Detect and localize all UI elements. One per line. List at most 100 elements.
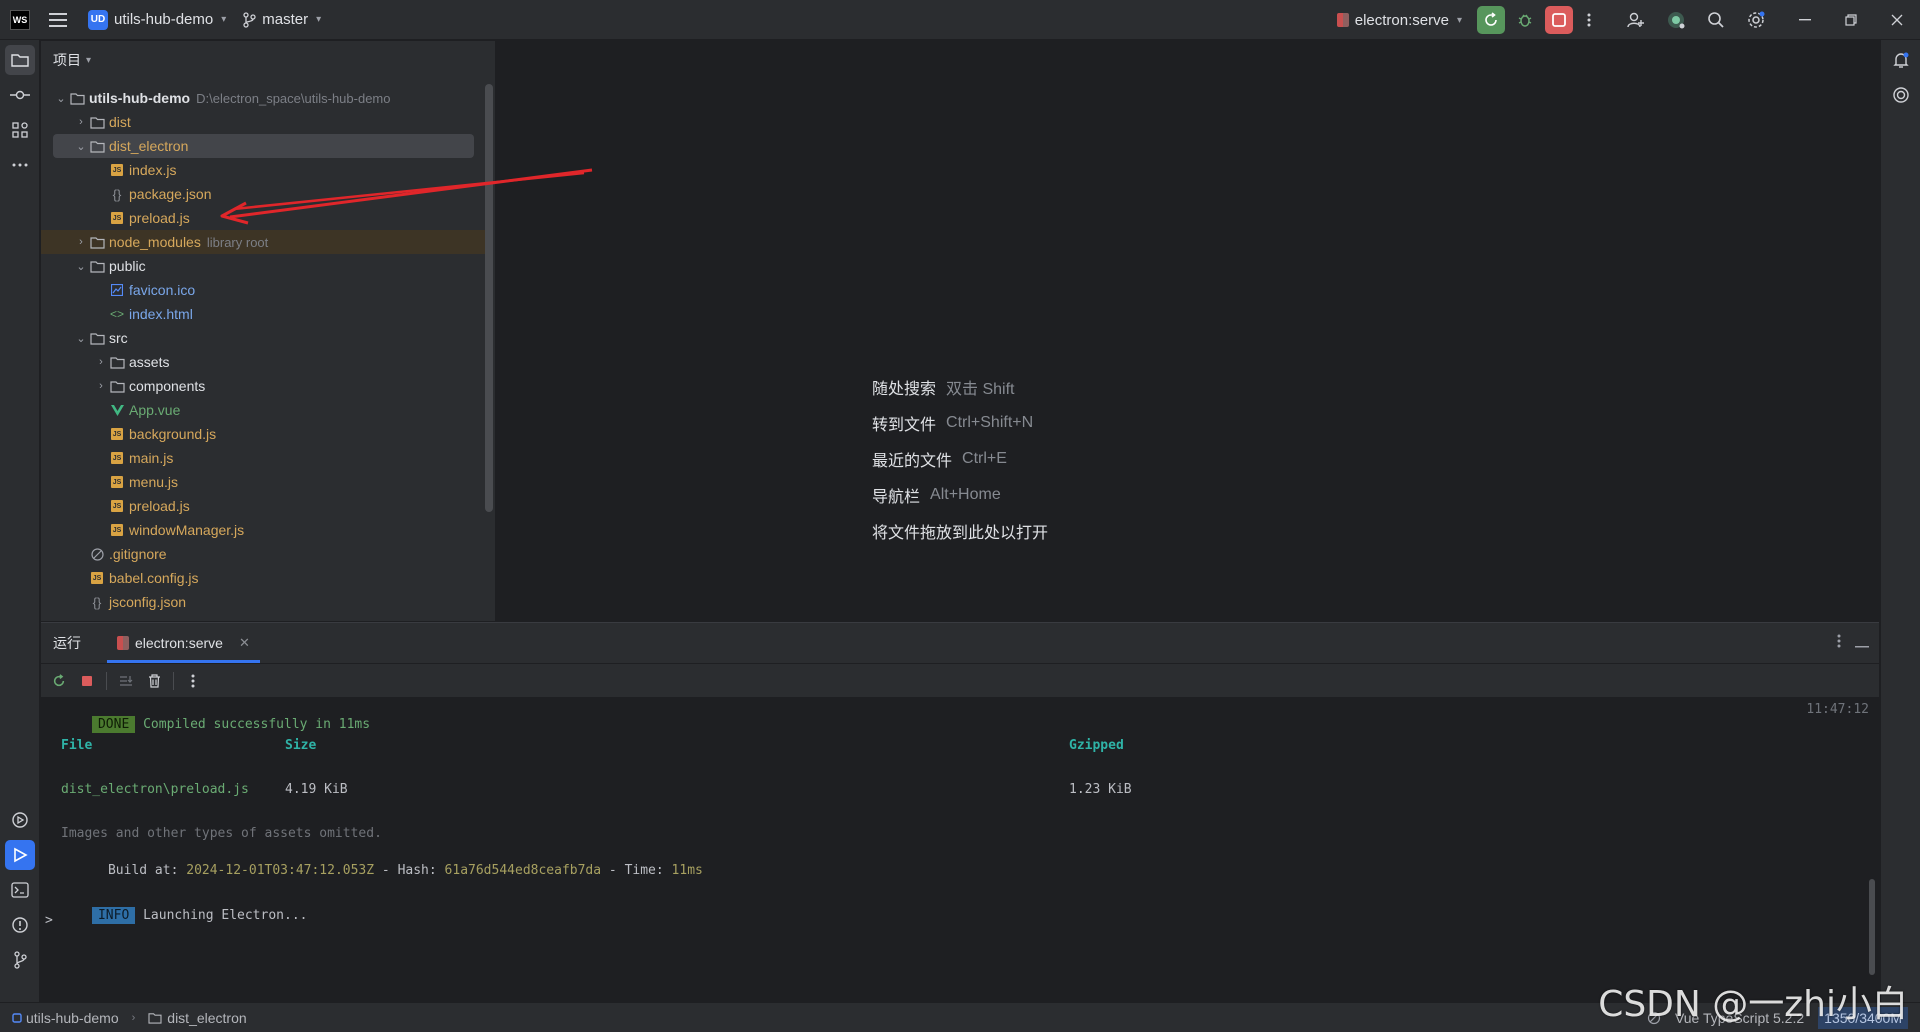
tree-row-file[interactable]: {} package.json bbox=[41, 182, 486, 206]
close-tab-icon[interactable]: ✕ bbox=[239, 635, 250, 651]
problems-tool-button[interactable] bbox=[5, 910, 35, 940]
hash-label: - Hash: bbox=[381, 863, 437, 878]
breadcrumb-folder[interactable]: dist_electron bbox=[148, 1010, 247, 1026]
run-panel-title: 运行 bbox=[53, 635, 81, 651]
run-tab-electron-serve[interactable]: electron:serve ✕ bbox=[107, 623, 260, 663]
notifications-button[interactable] bbox=[1886, 45, 1916, 75]
tree-row-dist[interactable]: › dist bbox=[41, 110, 486, 134]
build-hash: 61a76d544ed8ceafb7da bbox=[444, 863, 602, 878]
tree-row-file[interactable]: .gitignore bbox=[41, 542, 486, 566]
project-tree-scrollbar[interactable] bbox=[485, 84, 493, 512]
console-row-gzipped: 1.23 KiB bbox=[1069, 782, 1132, 797]
chevron-down-icon: ▾ bbox=[86, 54, 92, 66]
tree-row-assets[interactable]: › assets bbox=[41, 350, 486, 374]
services-icon bbox=[12, 812, 28, 828]
folder-icon bbox=[69, 90, 85, 106]
folder-icon bbox=[89, 138, 105, 154]
language-service-widget[interactable]: Vue TypeScript 5.2.2 bbox=[1675, 1010, 1804, 1026]
tree-item-label: babel.config.js bbox=[109, 570, 199, 586]
tree-row-file[interactable]: JS preload.js bbox=[41, 494, 486, 518]
run-configuration-selector[interactable]: electron:serve ▾ bbox=[1336, 12, 1462, 29]
run-tool-button[interactable] bbox=[5, 840, 35, 870]
breadcrumb-label: utils-hub-demo bbox=[26, 1009, 119, 1026]
more-tools-button[interactable] bbox=[5, 150, 35, 180]
webstorm-logo-icon[interactable]: WS bbox=[10, 9, 30, 30]
tree-row-public[interactable]: ⌄ public bbox=[41, 254, 486, 278]
services-tool-button[interactable] bbox=[5, 805, 35, 835]
console-col-file: File bbox=[61, 738, 93, 753]
tree-row-src[interactable]: ⌄ src bbox=[41, 326, 486, 350]
memory-indicator[interactable]: 1350/3400M bbox=[1818, 1007, 1908, 1029]
tree-row-file[interactable]: JS main.js bbox=[41, 446, 486, 470]
hide-panel-button[interactable] bbox=[1855, 635, 1869, 652]
hamburger-icon bbox=[49, 12, 67, 27]
image-file-icon bbox=[109, 282, 125, 298]
code-with-me-button[interactable] bbox=[1616, 0, 1656, 40]
project-name: utils-hub-demo bbox=[114, 11, 214, 28]
rerun-button[interactable] bbox=[47, 669, 71, 693]
chevron-down-icon: ▾ bbox=[1456, 14, 1462, 26]
hint-drop-files: 将文件拖放到此处以打开 bbox=[872, 513, 1048, 549]
tree-row-dist-electron[interactable]: ⌄ dist_electron bbox=[53, 134, 474, 158]
no-inspection-icon[interactable] bbox=[1647, 1011, 1661, 1025]
hint-shortcut: Alt+Home bbox=[930, 486, 1001, 503]
tree-row-file[interactable]: favicon.ico bbox=[41, 278, 486, 302]
git-branch-icon bbox=[14, 951, 27, 969]
debug-button[interactable] bbox=[1511, 6, 1539, 34]
breadcrumb-project[interactable]: utils-hub-demo bbox=[12, 1010, 119, 1026]
vcs-branch-widget[interactable]: master ▾ bbox=[242, 11, 321, 28]
more-vertical-icon bbox=[191, 674, 195, 687]
project-widget[interactable]: UD utils-hub-demo ▾ bbox=[82, 5, 232, 35]
ai-chat-button[interactable] bbox=[1886, 80, 1916, 110]
tree-row-components[interactable]: › components bbox=[41, 374, 486, 398]
tree-row-node-modules[interactable]: › node_modules library root bbox=[41, 230, 486, 254]
tree-item-label: App.vue bbox=[129, 402, 181, 418]
tree-row-file[interactable]: JS index.js bbox=[41, 158, 486, 182]
minimize-window-button[interactable] bbox=[1782, 0, 1828, 40]
folder-icon bbox=[109, 378, 125, 394]
ai-assistant-button[interactable] bbox=[1656, 0, 1696, 40]
stop-button[interactable] bbox=[1545, 6, 1573, 34]
project-panel-header[interactable]: 项目 ▾ bbox=[41, 41, 495, 79]
settings-button[interactable] bbox=[1736, 0, 1776, 40]
tree-row-file[interactable]: JS babel.config.js bbox=[41, 566, 486, 590]
project-badge: UD bbox=[88, 9, 108, 30]
more-actions-button[interactable] bbox=[181, 669, 205, 693]
tree-row-file[interactable]: {} jsconfig.json bbox=[41, 590, 486, 614]
console-output[interactable]: DONE Compiled successfully in 11ms 11:47… bbox=[41, 699, 1879, 1003]
tree-row-file[interactable]: JS windowManager.js bbox=[41, 518, 486, 542]
project-tool-button[interactable] bbox=[5, 45, 35, 75]
vue-file-icon bbox=[109, 402, 125, 418]
structure-tool-button[interactable] bbox=[5, 115, 35, 145]
console-timestamp: 11:47:12 bbox=[1806, 702, 1869, 717]
restore-window-button[interactable] bbox=[1828, 0, 1874, 40]
commit-tool-button[interactable] bbox=[5, 80, 35, 110]
scroll-to-end-button[interactable] bbox=[114, 669, 138, 693]
hint-label: 转到文件 bbox=[872, 417, 937, 434]
main-menu-button[interactable] bbox=[38, 0, 78, 40]
terminal-tool-button[interactable] bbox=[5, 875, 35, 905]
clear-console-button[interactable] bbox=[142, 669, 166, 693]
build-date: 2024-12-01T03:47:12.053Z bbox=[186, 863, 375, 878]
search-everywhere-button[interactable] bbox=[1696, 0, 1736, 40]
tree-row-root[interactable]: ⌄ utils-hub-demo D:\electron_space\utils… bbox=[41, 86, 486, 110]
stop-button[interactable] bbox=[75, 669, 99, 693]
tree-row-file[interactable]: JS background.js bbox=[41, 422, 486, 446]
terminal-icon bbox=[11, 882, 29, 898]
bug-icon bbox=[1518, 14, 1532, 27]
tree-row-file[interactable]: App.vue bbox=[41, 398, 486, 422]
more-actions-button[interactable] bbox=[1576, 0, 1602, 40]
tree-row-file[interactable]: JS menu.js bbox=[41, 470, 486, 494]
tree-item-label: package.json bbox=[129, 186, 212, 202]
chevron-down-icon: ⌄ bbox=[76, 140, 86, 153]
editor-empty-area[interactable]: 随处搜索 双击 Shift 转到文件 Ctrl+Shift+N 最近的文件 Ct… bbox=[497, 41, 1879, 621]
tree-row-file[interactable]: JS preload.js bbox=[41, 206, 486, 230]
run-panel-options-button[interactable] bbox=[1837, 634, 1841, 652]
tree-row-file[interactable]: <> index.html bbox=[41, 302, 486, 326]
close-window-button[interactable] bbox=[1874, 0, 1920, 40]
tree-item-label: main.js bbox=[129, 450, 174, 466]
hint-shortcut: 双击 Shift bbox=[946, 381, 1015, 398]
git-tool-button[interactable] bbox=[5, 945, 35, 975]
console-scrollbar[interactable] bbox=[1869, 879, 1875, 975]
rerun-button[interactable] bbox=[1477, 6, 1505, 34]
